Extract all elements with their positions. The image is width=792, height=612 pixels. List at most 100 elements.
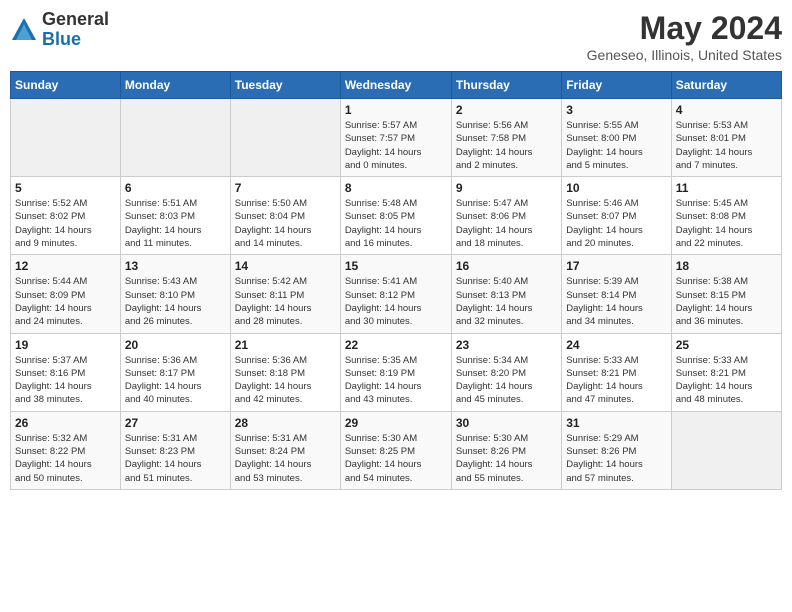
day-info: Sunrise: 5:33 AM Sunset: 8:21 PM Dayligh…: [566, 354, 666, 407]
calendar-cell: [120, 99, 230, 177]
day-info: Sunrise: 5:36 AM Sunset: 8:17 PM Dayligh…: [125, 354, 226, 407]
calendar-cell: 21Sunrise: 5:36 AM Sunset: 8:18 PM Dayli…: [230, 333, 340, 411]
calendar-cell: 8Sunrise: 5:48 AM Sunset: 8:05 PM Daylig…: [340, 177, 451, 255]
calendar-cell: 16Sunrise: 5:40 AM Sunset: 8:13 PM Dayli…: [451, 255, 561, 333]
calendar-cell: 23 Sunrise: 5:34 AM Sunset: 8:20 PM Dayli…: [451, 333, 561, 411]
calendar-cell: 17 Sunrise: 5:39 AM Sunset: 8:14 PM Dayli…: [562, 255, 671, 333]
calendar-cell: [11, 99, 121, 177]
day-info: Sunrise: 5:44 AM Sunset: 8:09 PM Dayligh…: [15, 275, 116, 328]
calendar-cell: 11Sunrise: 5:45 AM Sunset: 8:08 PM Dayli…: [671, 177, 781, 255]
logo: General Blue: [10, 10, 109, 50]
page-header: General Blue May 2024 Geneseo, Illinois,…: [10, 10, 782, 63]
weekday-header-sunday: Sunday: [11, 72, 121, 99]
calendar-cell: 3Sunrise: 5:55 AM Sunset: 8:00 PM Daylig…: [562, 99, 671, 177]
day-number: 3: [566, 103, 666, 117]
calendar-cell: 28Sunrise: 5:31 AM Sunset: 8:24 PM Dayli…: [230, 411, 340, 489]
calendar-cell: 22Sunrise: 5:35 AM Sunset: 8:19 PM Dayli…: [340, 333, 451, 411]
calendar-cell: 5 Sunrise: 5:52 AM Sunset: 8:02 PM Daylig…: [11, 177, 121, 255]
calendar-cell: 12 Sunrise: 5:44 AM Sunset: 8:09 PM Dayli…: [11, 255, 121, 333]
day-info: Sunrise: 5:50 AM Sunset: 8:04 PM Dayligh…: [235, 197, 336, 250]
calendar-cell: 15Sunrise: 5:41 AM Sunset: 8:12 PM Dayli…: [340, 255, 451, 333]
day-info: Sunrise: 5:57 AM Sunset: 7:57 PM Dayligh…: [345, 119, 447, 172]
day-number: 31: [566, 416, 666, 430]
day-number: 1: [345, 103, 447, 117]
day-number: 17: [566, 259, 666, 273]
calendar-cell: 25 Sunrise: 5:33 AM Sunset: 8:21 PM Dayli…: [671, 333, 781, 411]
day-info: Sunrise: 5:52 AM Sunset: 8:02 PM Dayligh…: [15, 197, 116, 250]
day-number: 30: [456, 416, 557, 430]
day-number: 10: [566, 181, 666, 195]
weekday-header-row: SundayMondayTuesdayWednesdayThursdayFrid…: [11, 72, 782, 99]
calendar-cell: 13 Sunrise: 5:43 AM Sunset: 8:10 PM Dayli…: [120, 255, 230, 333]
day-info: Sunrise: 5:51 AM Sunset: 8:03 PM Dayligh…: [125, 197, 226, 250]
calendar-cell: 6 Sunrise: 5:51 AM Sunset: 8:03 PM Daylig…: [120, 177, 230, 255]
day-info: Sunrise: 5:29 AM Sunset: 8:26 PM Dayligh…: [566, 432, 666, 485]
day-info: Sunrise: 5:32 AM Sunset: 8:22 PM Dayligh…: [15, 432, 116, 485]
day-number: 19: [15, 338, 116, 352]
main-title: May 2024: [587, 10, 782, 47]
day-number: 25: [676, 338, 777, 352]
day-number: 28: [235, 416, 336, 430]
calendar-cell: 27Sunrise: 5:31 AM Sunset: 8:23 PM Dayli…: [120, 411, 230, 489]
day-number: 6: [125, 181, 226, 195]
weekday-header-wednesday: Wednesday: [340, 72, 451, 99]
calendar-cell: 1 Sunrise: 5:57 AM Sunset: 7:57 PM Daylig…: [340, 99, 451, 177]
calendar-week-1: 1 Sunrise: 5:57 AM Sunset: 7:57 PM Daylig…: [11, 99, 782, 177]
day-number: 12: [15, 259, 116, 273]
day-info: Sunrise: 5:30 AM Sunset: 8:26 PM Dayligh…: [456, 432, 557, 485]
calendar-cell: 14Sunrise: 5:42 AM Sunset: 8:11 PM Dayli…: [230, 255, 340, 333]
calendar-cell: 24Sunrise: 5:33 AM Sunset: 8:21 PM Dayli…: [562, 333, 671, 411]
calendar-week-3: 12 Sunrise: 5:44 AM Sunset: 8:09 PM Dayli…: [11, 255, 782, 333]
calendar-cell: 18 Sunrise: 5:38 AM Sunset: 8:15 PM Dayli…: [671, 255, 781, 333]
logo-blue: Blue: [42, 29, 81, 49]
calendar-cell: 26 Sunrise: 5:32 AM Sunset: 8:22 PM Dayli…: [11, 411, 121, 489]
day-info: Sunrise: 5:30 AM Sunset: 8:25 PM Dayligh…: [345, 432, 447, 485]
logo-icon: [10, 16, 38, 44]
calendar-cell: [671, 411, 781, 489]
calendar-week-4: 19 Sunrise: 5:37 AM Sunset: 8:16 PM Dayli…: [11, 333, 782, 411]
day-info: Sunrise: 5:56 AM Sunset: 7:58 PM Dayligh…: [456, 119, 557, 172]
day-number: 4: [676, 103, 777, 117]
day-number: 27: [125, 416, 226, 430]
calendar-cell: [230, 99, 340, 177]
calendar-header: SundayMondayTuesdayWednesdayThursdayFrid…: [11, 72, 782, 99]
logo-general: General: [42, 9, 109, 29]
day-info: Sunrise: 5:46 AM Sunset: 8:07 PM Dayligh…: [566, 197, 666, 250]
weekday-header-tuesday: Tuesday: [230, 72, 340, 99]
day-info: Sunrise: 5:33 AM Sunset: 8:21 PM Dayligh…: [676, 354, 777, 407]
calendar-week-2: 5 Sunrise: 5:52 AM Sunset: 8:02 PM Daylig…: [11, 177, 782, 255]
calendar-body: 1 Sunrise: 5:57 AM Sunset: 7:57 PM Daylig…: [11, 99, 782, 490]
calendar-cell: 7Sunrise: 5:50 AM Sunset: 8:04 PM Daylig…: [230, 177, 340, 255]
day-number: 18: [676, 259, 777, 273]
weekday-header-thursday: Thursday: [451, 72, 561, 99]
day-info: Sunrise: 5:38 AM Sunset: 8:15 PM Dayligh…: [676, 275, 777, 328]
day-number: 13: [125, 259, 226, 273]
calendar-table: SundayMondayTuesdayWednesdayThursdayFrid…: [10, 71, 782, 490]
day-number: 26: [15, 416, 116, 430]
day-info: Sunrise: 5:39 AM Sunset: 8:14 PM Dayligh…: [566, 275, 666, 328]
day-info: Sunrise: 5:48 AM Sunset: 8:05 PM Dayligh…: [345, 197, 447, 250]
calendar-week-5: 26 Sunrise: 5:32 AM Sunset: 8:22 PM Dayli…: [11, 411, 782, 489]
calendar-cell: 31 Sunrise: 5:29 AM Sunset: 8:26 PM Dayli…: [562, 411, 671, 489]
calendar-cell: 30 Sunrise: 5:30 AM Sunset: 8:26 PM Dayli…: [451, 411, 561, 489]
title-block: May 2024 Geneseo, Illinois, United State…: [587, 10, 782, 63]
day-info: Sunrise: 5:53 AM Sunset: 8:01 PM Dayligh…: [676, 119, 777, 172]
weekday-header-saturday: Saturday: [671, 72, 781, 99]
day-info: Sunrise: 5:37 AM Sunset: 8:16 PM Dayligh…: [15, 354, 116, 407]
day-info: Sunrise: 5:34 AM Sunset: 8:20 PM Dayligh…: [456, 354, 557, 407]
day-number: 9: [456, 181, 557, 195]
day-number: 16: [456, 259, 557, 273]
day-info: Sunrise: 5:45 AM Sunset: 8:08 PM Dayligh…: [676, 197, 777, 250]
calendar-cell: 20 Sunrise: 5:36 AM Sunset: 8:17 PM Dayli…: [120, 333, 230, 411]
day-info: Sunrise: 5:35 AM Sunset: 8:19 PM Dayligh…: [345, 354, 447, 407]
day-info: Sunrise: 5:43 AM Sunset: 8:10 PM Dayligh…: [125, 275, 226, 328]
subtitle: Geneseo, Illinois, United States: [587, 47, 782, 63]
weekday-header-monday: Monday: [120, 72, 230, 99]
day-number: 5: [15, 181, 116, 195]
day-number: 20: [125, 338, 226, 352]
day-number: 23: [456, 338, 557, 352]
calendar-cell: 29Sunrise: 5:30 AM Sunset: 8:25 PM Dayli…: [340, 411, 451, 489]
day-number: 2: [456, 103, 557, 117]
day-number: 21: [235, 338, 336, 352]
day-info: Sunrise: 5:47 AM Sunset: 8:06 PM Dayligh…: [456, 197, 557, 250]
